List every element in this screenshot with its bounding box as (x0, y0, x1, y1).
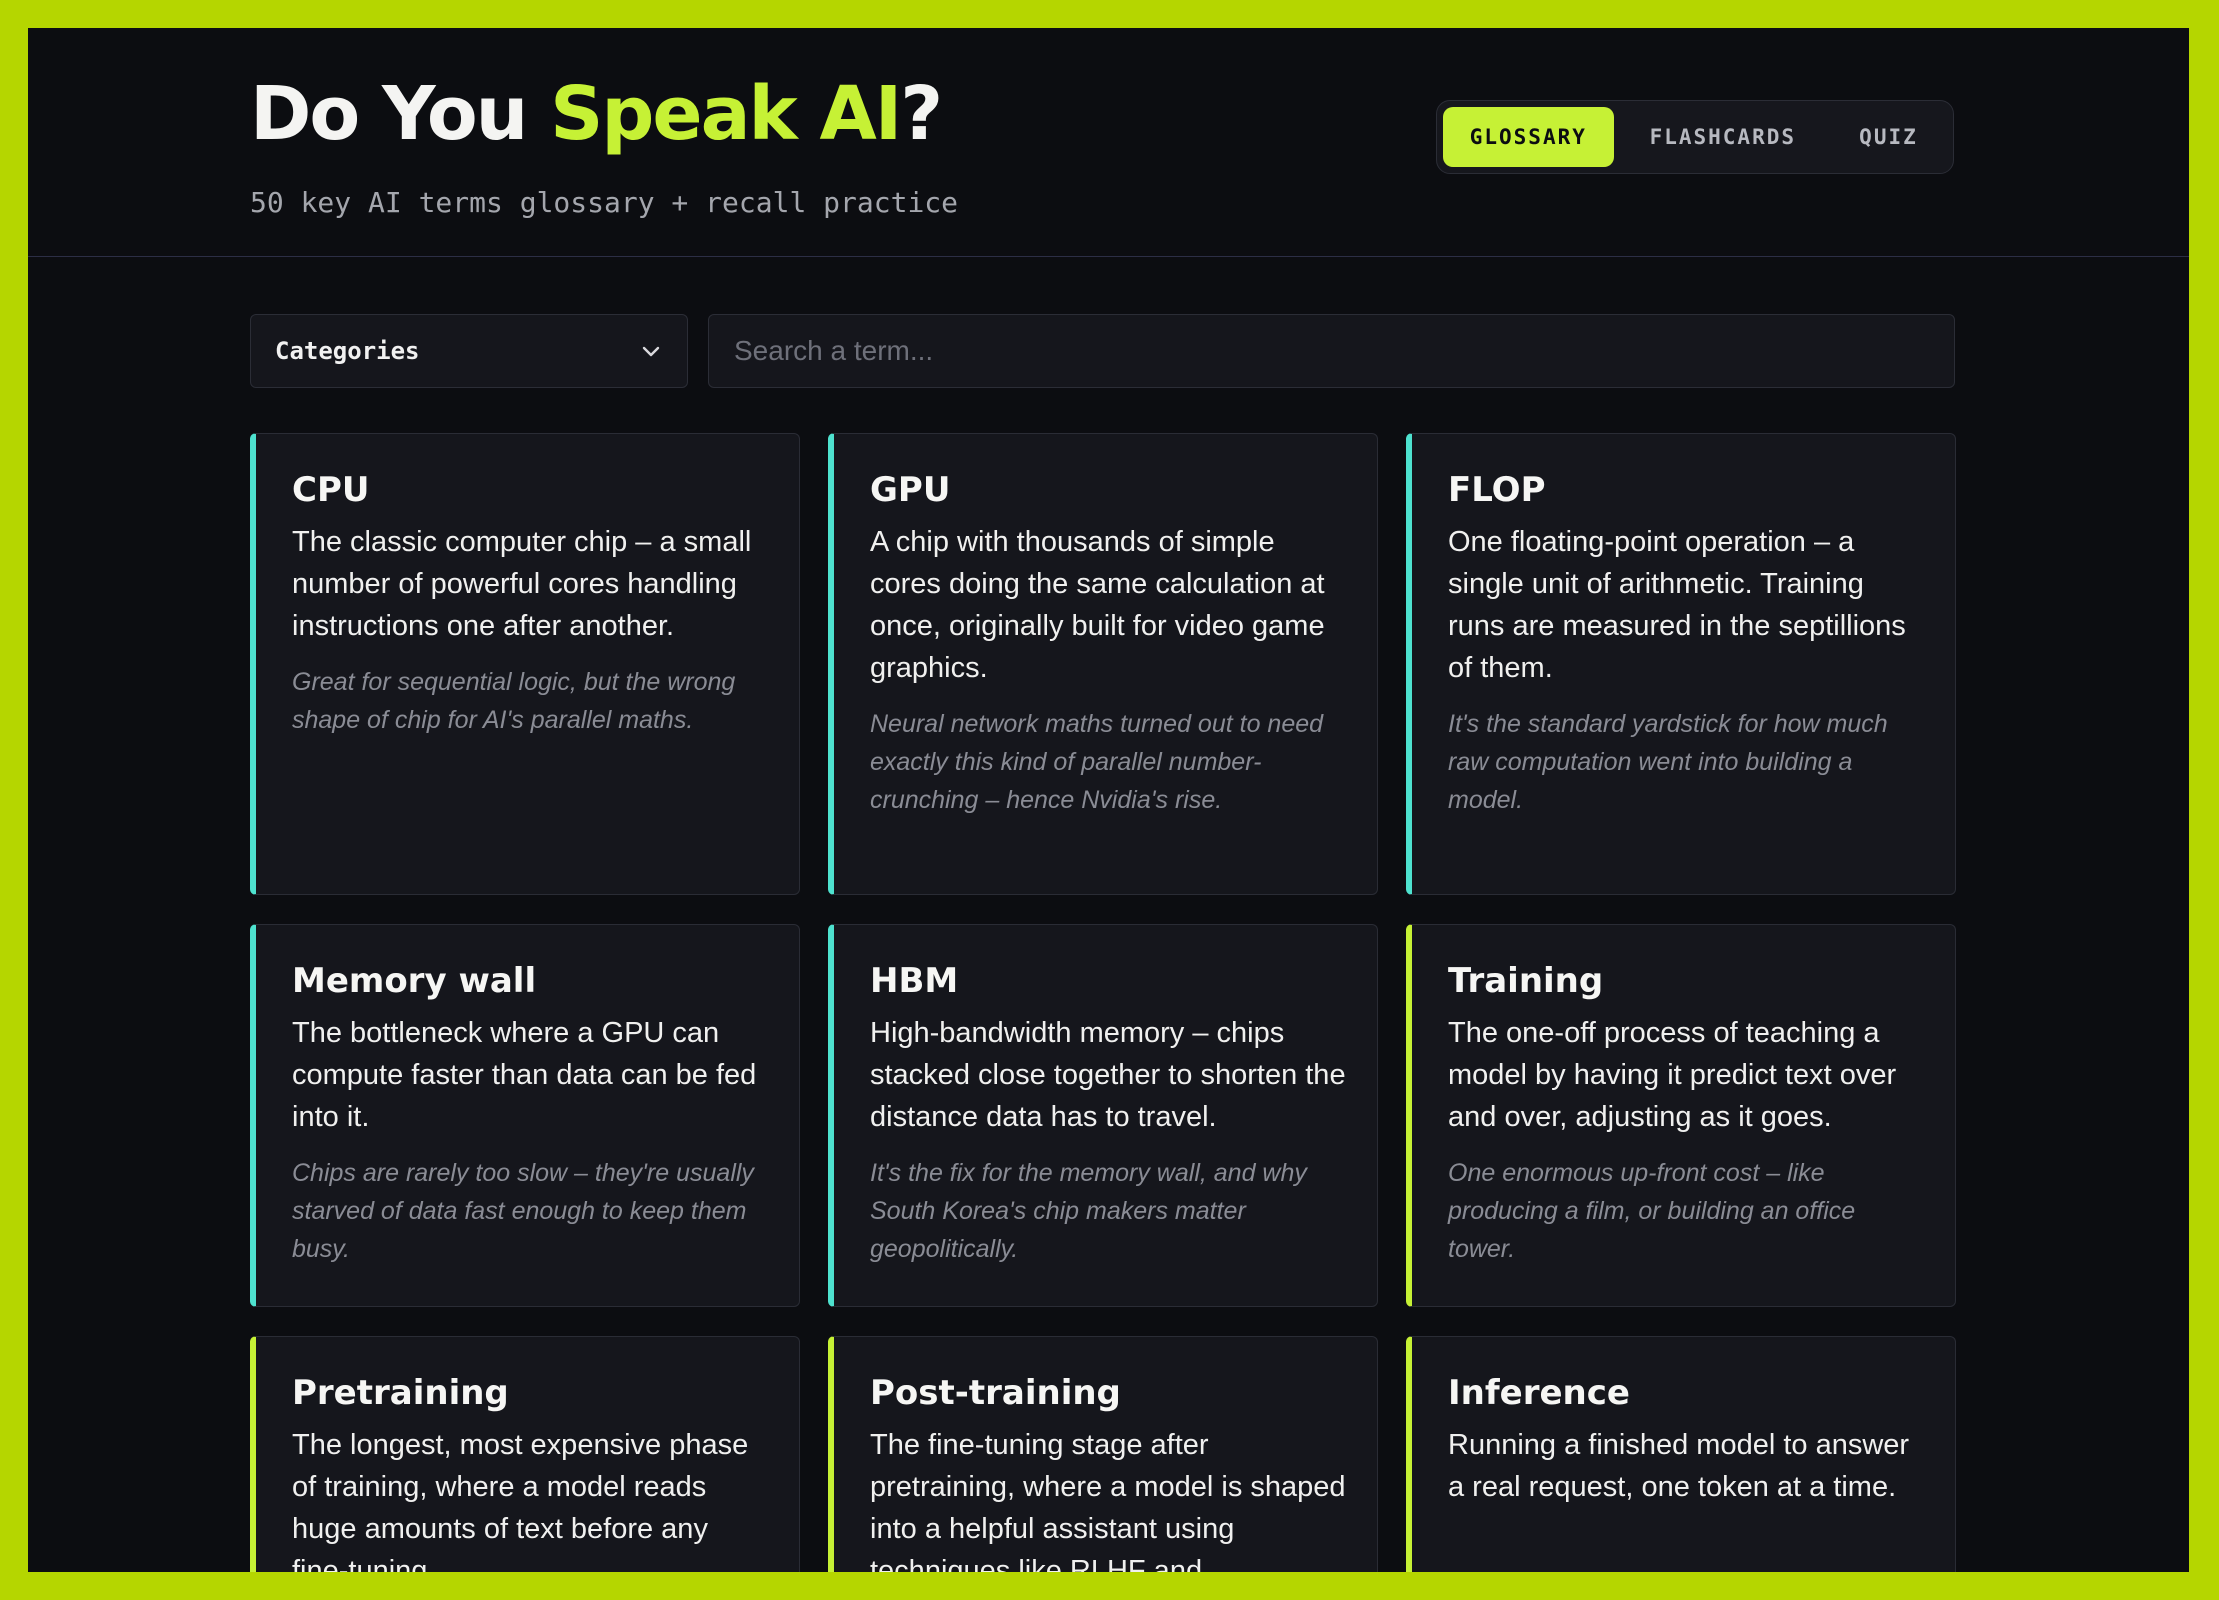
app-frame: Do You Speak AI? 50 key AI terms glossar… (28, 28, 2189, 1572)
card-note: Great for sequential logic, but the wron… (292, 667, 736, 734)
card-note: It's the fix for the memory wall, and wh… (870, 1158, 1307, 1263)
card-note: One enormous up-front cost – like produc… (1448, 1158, 1856, 1263)
card-definition: High-bandwidth memory – chips stacked cl… (870, 1016, 1346, 1133)
card-definition: A chip with thousands of simple cores do… (870, 525, 1325, 684)
glossary-card-post-training[interactable]: Post-training The fine-tuning stage afte… (828, 1336, 1378, 1572)
card-definition: The longest, most expensive phase of tra… (292, 1428, 749, 1572)
glossary-card-training[interactable]: Training The one-off process of teaching… (1406, 924, 1956, 1307)
card-term: HBM (870, 961, 959, 1001)
chevron-down-icon (642, 346, 660, 357)
card-term: GPU (870, 470, 951, 510)
glossary-card-hbm[interactable]: HBM High-bandwidth memory – chips stacke… (828, 924, 1378, 1307)
card-note: Neural network maths turned out to need … (870, 709, 1324, 814)
glossary-card-gpu[interactable]: GPU A chip with thousands of simple core… (828, 433, 1378, 895)
card-term: Pretraining (292, 1373, 509, 1413)
filter-bar: Categories (250, 314, 1955, 388)
glossary-card-inference[interactable]: Inference Running a finished model to an… (1406, 1336, 1956, 1572)
category-select[interactable]: Categories (250, 314, 688, 388)
page-title: Do You Speak AI? (250, 70, 943, 159)
card-term: Training (1448, 961, 1604, 1001)
card-term: FLOP (1448, 470, 1546, 510)
title-question-mark: ? (900, 71, 943, 157)
card-note: Chips are rarely too slow – they're usua… (292, 1158, 754, 1263)
category-select-label: Categories (275, 337, 420, 365)
title-accent-text: Speak AI (550, 71, 902, 157)
card-definition: The classic computer chip – a small numb… (292, 525, 752, 642)
page-header: Do You Speak AI? 50 key AI terms glossar… (28, 28, 2189, 257)
glossary-card-pretraining[interactable]: Pretraining The longest, most expensive … (250, 1336, 800, 1572)
card-definition: Running a finished model to answer a rea… (1448, 1428, 1910, 1503)
card-definition: The bottleneck where a GPU can compute f… (292, 1016, 757, 1133)
search-input[interactable] (708, 314, 1955, 388)
card-term: Memory wall (292, 961, 537, 1001)
glossary-card-memory-wall[interactable]: Memory wall The bottleneck where a GPU c… (250, 924, 800, 1307)
title-text: Do You (250, 71, 551, 157)
card-definition: The fine-tuning stage after pretraining,… (870, 1428, 1346, 1572)
glossary-card-cpu[interactable]: CPU The classic computer chip – a small … (250, 433, 800, 895)
card-term: CPU (292, 470, 370, 510)
card-term: Post-training (870, 1373, 1121, 1413)
tab-flashcards[interactable]: FLASHCARDS (1616, 107, 1830, 167)
tab-glossary[interactable]: GLOSSARY (1443, 107, 1614, 167)
card-definition: One floating-point operation – a single … (1448, 525, 1906, 684)
card-term: Inference (1448, 1373, 1630, 1413)
mode-tabs: GLOSSARY FLASHCARDS QUIZ (1436, 100, 1954, 174)
tab-quiz[interactable]: QUIZ (1830, 107, 1947, 167)
card-definition: The one-off process of teaching a model … (1448, 1016, 1897, 1133)
card-note: It's the standard yardstick for how much… (1448, 709, 1888, 814)
page-subtitle: 50 key AI terms glossary + recall practi… (250, 186, 959, 219)
glossary-card-flop[interactable]: FLOP One floating-point operation – a si… (1406, 433, 1956, 895)
